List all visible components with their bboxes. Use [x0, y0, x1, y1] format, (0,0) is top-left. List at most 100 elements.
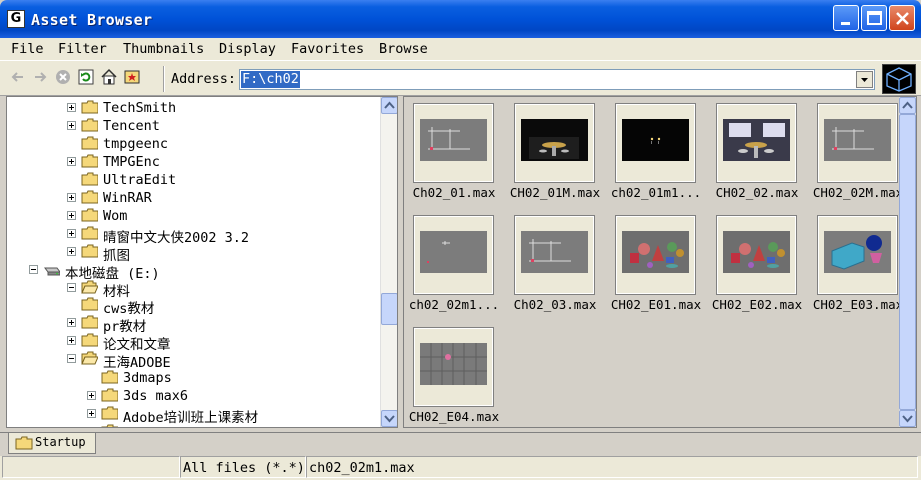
tree-item[interactable]: 抓图 — [7, 243, 377, 264]
tree-item[interactable]: Wom — [7, 207, 377, 225]
scroll-down-button[interactable] — [899, 410, 916, 427]
thumbnail-frame[interactable] — [716, 103, 797, 183]
expand-icon[interactable] — [67, 229, 76, 238]
menu-thumbnails[interactable]: Thumbnails — [123, 41, 204, 57]
thumbnail-frame[interactable] — [413, 103, 494, 183]
scroll-thumb[interactable] — [381, 293, 397, 325]
expand-icon[interactable] — [67, 211, 76, 220]
tab-strip: Startup — [0, 432, 921, 454]
tree-scrollbar[interactable] — [380, 97, 397, 427]
collapse-icon[interactable] — [29, 265, 38, 274]
folder-tree[interactable]: TechSmith Tencent tmpgeenc TMPGEnc UltraEdit… — [6, 96, 398, 428]
address-value[interactable]: F:\ch02 — [241, 71, 300, 88]
tree-item[interactable]: AF插件 — [7, 423, 377, 427]
thumbnail-frame[interactable] — [716, 215, 797, 295]
tree-item[interactable]: pr教材 — [7, 314, 377, 335]
thumbnail-item[interactable]: Ch02_03.max — [505, 209, 605, 314]
forward-icon[interactable] — [31, 68, 49, 86]
thumbnail-frame[interactable] — [514, 103, 595, 183]
home-icon[interactable] — [100, 68, 118, 86]
folder-icon — [81, 297, 98, 311]
minimize-button[interactable] — [833, 5, 859, 31]
thumbnail-frame[interactable] — [817, 103, 898, 183]
tree-item[interactable]: 王海ADOBE — [7, 350, 377, 371]
tree-item[interactable]: 本地磁盘 (E:) — [7, 261, 377, 282]
tree-item[interactable]: 3ds max6 — [7, 387, 377, 405]
tree-item[interactable]: 3dmaps — [7, 369, 377, 387]
status-pane-file: ch02_02m1.max — [306, 456, 918, 478]
thumbnail-label: CH02_E02.max — [711, 297, 803, 312]
scroll-up-button[interactable] — [899, 97, 916, 114]
thumbnail-frame[interactable] — [413, 327, 494, 407]
tree-item[interactable]: WinRAR — [7, 189, 377, 207]
menu-browse[interactable]: Browse — [379, 41, 428, 57]
menu-display[interactable]: Display — [219, 41, 276, 57]
menu-file[interactable]: File — [11, 41, 44, 57]
thumbnail-item[interactable]: CH02_E03.max — [808, 209, 908, 314]
tree-item[interactable]: Adobe培训班上课素材 — [7, 405, 377, 426]
thumbnail-item[interactable]: CH02_E01.max — [606, 209, 706, 314]
thumbnail-item[interactable]: CH02_E04.max — [404, 321, 504, 426]
tree-item-label: WinRAR — [103, 190, 152, 206]
thumbnail-item[interactable]: CH02_02.max — [707, 97, 807, 202]
thumbnail-frame[interactable] — [514, 215, 595, 295]
tree-item[interactable]: 晴窗中文大侠2002 3.2 — [7, 225, 377, 246]
menu-favorites[interactable]: Favorites — [291, 41, 364, 57]
menu-filter[interactable]: Filter — [58, 41, 107, 57]
address-input[interactable]: F:\ch02 — [239, 69, 875, 90]
folder-icon — [101, 388, 118, 402]
tree-item[interactable]: 论文和文章 — [7, 332, 377, 353]
tree-item[interactable]: TMPGEnc — [7, 153, 377, 171]
tree-item[interactable]: 材料 — [7, 279, 377, 300]
tree-item[interactable]: cws教材 — [7, 296, 377, 317]
expand-icon[interactable] — [87, 409, 96, 418]
tree-item-label: TechSmith — [103, 100, 177, 116]
thumbnail-item[interactable]: Ch02_01.max — [404, 97, 504, 202]
favorites-icon[interactable] — [123, 68, 141, 86]
close-button[interactable] — [889, 5, 915, 31]
chevron-up-icon — [384, 101, 395, 109]
address-label: Address: — [171, 71, 237, 87]
thumbnail-item[interactable]: ch02_01m1... — [606, 97, 706, 202]
thumbnail-item[interactable]: CH02_02M.max — [808, 97, 908, 202]
scene-dark-table-icon — [521, 119, 588, 161]
collapse-icon[interactable] — [67, 283, 76, 292]
expand-icon[interactable] — [67, 318, 76, 327]
expand-icon[interactable] — [67, 336, 76, 345]
status-bar: All files (*.*) ch02_02m1.max — [0, 456, 921, 480]
thumbnail-scrollbar[interactable] — [899, 97, 916, 427]
collapse-icon[interactable] — [67, 354, 76, 363]
thumbnail-item[interactable]: CH02_E02.max — [707, 209, 807, 314]
thumbnail-panel[interactable]: Ch02_01.max CH02_01M.max ch02_01m1... CH02_… — [403, 96, 917, 428]
stop-icon[interactable] — [54, 68, 72, 86]
expand-icon[interactable] — [87, 391, 96, 400]
folder-icon — [81, 244, 98, 258]
thumbnail-item[interactable]: ch02_02m1... — [404, 209, 504, 314]
open-folder-icon — [81, 280, 98, 294]
expand-icon[interactable] — [67, 247, 76, 256]
expand-icon[interactable] — [67, 121, 76, 130]
thumbnail-frame[interactable] — [413, 215, 494, 295]
refresh-icon[interactable] — [77, 68, 95, 86]
thumbnail-frame[interactable] — [817, 215, 898, 295]
tree-item[interactable]: tmpgeenc — [7, 135, 377, 153]
scroll-thumb[interactable] — [899, 114, 916, 410]
expand-icon[interactable] — [67, 103, 76, 112]
folder-icon — [81, 172, 98, 186]
thumbnail-label: ch02_02m1... — [408, 297, 500, 312]
scroll-down-button[interactable] — [381, 410, 397, 427]
thumbnail-item[interactable]: CH02_01M.max — [505, 97, 605, 202]
maximize-button[interactable] — [861, 5, 887, 31]
scroll-up-button[interactable] — [381, 97, 397, 114]
thumbnail-frame[interactable] — [615, 215, 696, 295]
tree-item[interactable]: Tencent — [7, 117, 377, 135]
tab-startup[interactable]: Startup — [8, 433, 96, 454]
viewport-cube-button[interactable] — [882, 64, 916, 94]
back-icon[interactable] — [9, 68, 27, 86]
expand-icon[interactable] — [67, 193, 76, 202]
thumbnail-frame[interactable] — [615, 103, 696, 183]
address-dropdown-button[interactable] — [856, 71, 873, 88]
tree-item[interactable]: UltraEdit — [7, 171, 377, 189]
tree-item[interactable]: TechSmith — [7, 99, 377, 117]
expand-icon[interactable] — [67, 157, 76, 166]
